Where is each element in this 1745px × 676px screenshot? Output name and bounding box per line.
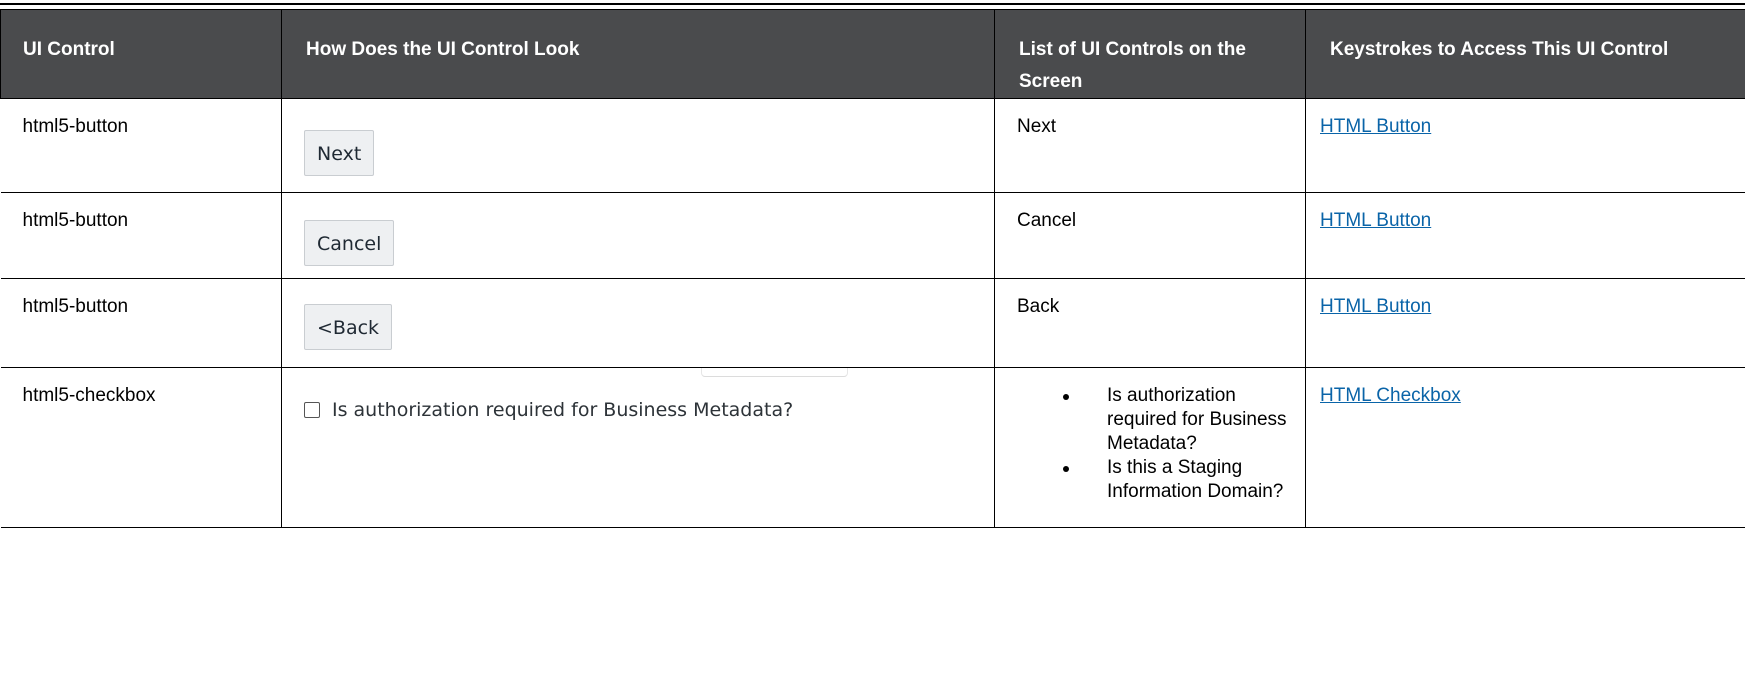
cell-keystrokes: HTML Checkbox xyxy=(1305,367,1745,528)
list-item: Is this a Staging Information Domain? xyxy=(995,456,1297,504)
table-row: html5-button Next Next HTML Button xyxy=(0,98,1745,193)
table-row: html5-button <Back Back HTML Button xyxy=(0,278,1745,368)
cell-control: html5-button xyxy=(0,98,282,193)
cell-control: html5-checkbox xyxy=(0,367,282,528)
html-button-link[interactable]: HTML Button xyxy=(1320,116,1431,137)
cropped-border-fragment xyxy=(701,368,848,377)
html-checkbox-link[interactable]: HTML Checkbox xyxy=(1320,385,1461,406)
cell-list: Next xyxy=(994,98,1306,193)
cell-keystrokes: HTML Button xyxy=(1305,98,1745,193)
ui-controls-table: UI Control How Does the UI Control Look … xyxy=(0,10,1745,528)
cell-look: Is authorization required for Business M… xyxy=(281,367,995,528)
header-ui-control: UI Control xyxy=(0,10,282,99)
header-keystrokes: Keystrokes to Access This UI Control xyxy=(1305,10,1745,99)
cell-list: Back xyxy=(994,278,1306,368)
next-button[interactable]: Next xyxy=(304,130,375,176)
table-row: html5-checkbox Is authorization required… xyxy=(0,367,1745,528)
header-how-look: How Does the UI Control Look xyxy=(281,10,995,99)
back-button[interactable]: <Back xyxy=(304,304,393,350)
cell-look: <Back xyxy=(281,278,995,368)
cancel-button[interactable]: Cancel xyxy=(304,220,395,266)
checkbox-icon[interactable] xyxy=(304,402,320,418)
top-rule xyxy=(0,3,1745,5)
cell-look: Next xyxy=(281,98,995,193)
cell-list: Is authorization required for Business M… xyxy=(994,367,1306,528)
list-item: Is authorization required for Business M… xyxy=(995,384,1297,456)
cell-keystrokes: HTML Button xyxy=(1305,278,1745,368)
authorization-checkbox[interactable]: Is authorization required for Business M… xyxy=(304,398,793,422)
html-button-link[interactable]: HTML Button xyxy=(1320,210,1431,231)
table-row: html5-button Cancel Cancel HTML Button xyxy=(0,192,1745,279)
cell-control: html5-button xyxy=(0,192,282,279)
cell-look: Cancel xyxy=(281,192,995,279)
cell-list: Cancel xyxy=(994,192,1306,279)
html-button-link[interactable]: HTML Button xyxy=(1320,296,1431,317)
table-header-row: UI Control How Does the UI Control Look … xyxy=(0,10,1745,99)
cell-keystrokes: HTML Button xyxy=(1305,192,1745,279)
cell-control: html5-button xyxy=(0,278,282,368)
checkbox-label: Is authorization required for Business M… xyxy=(332,399,794,421)
controls-list: Is authorization required for Business M… xyxy=(995,384,1297,504)
header-list-controls: List of UI Controls on the Screen xyxy=(994,10,1306,99)
